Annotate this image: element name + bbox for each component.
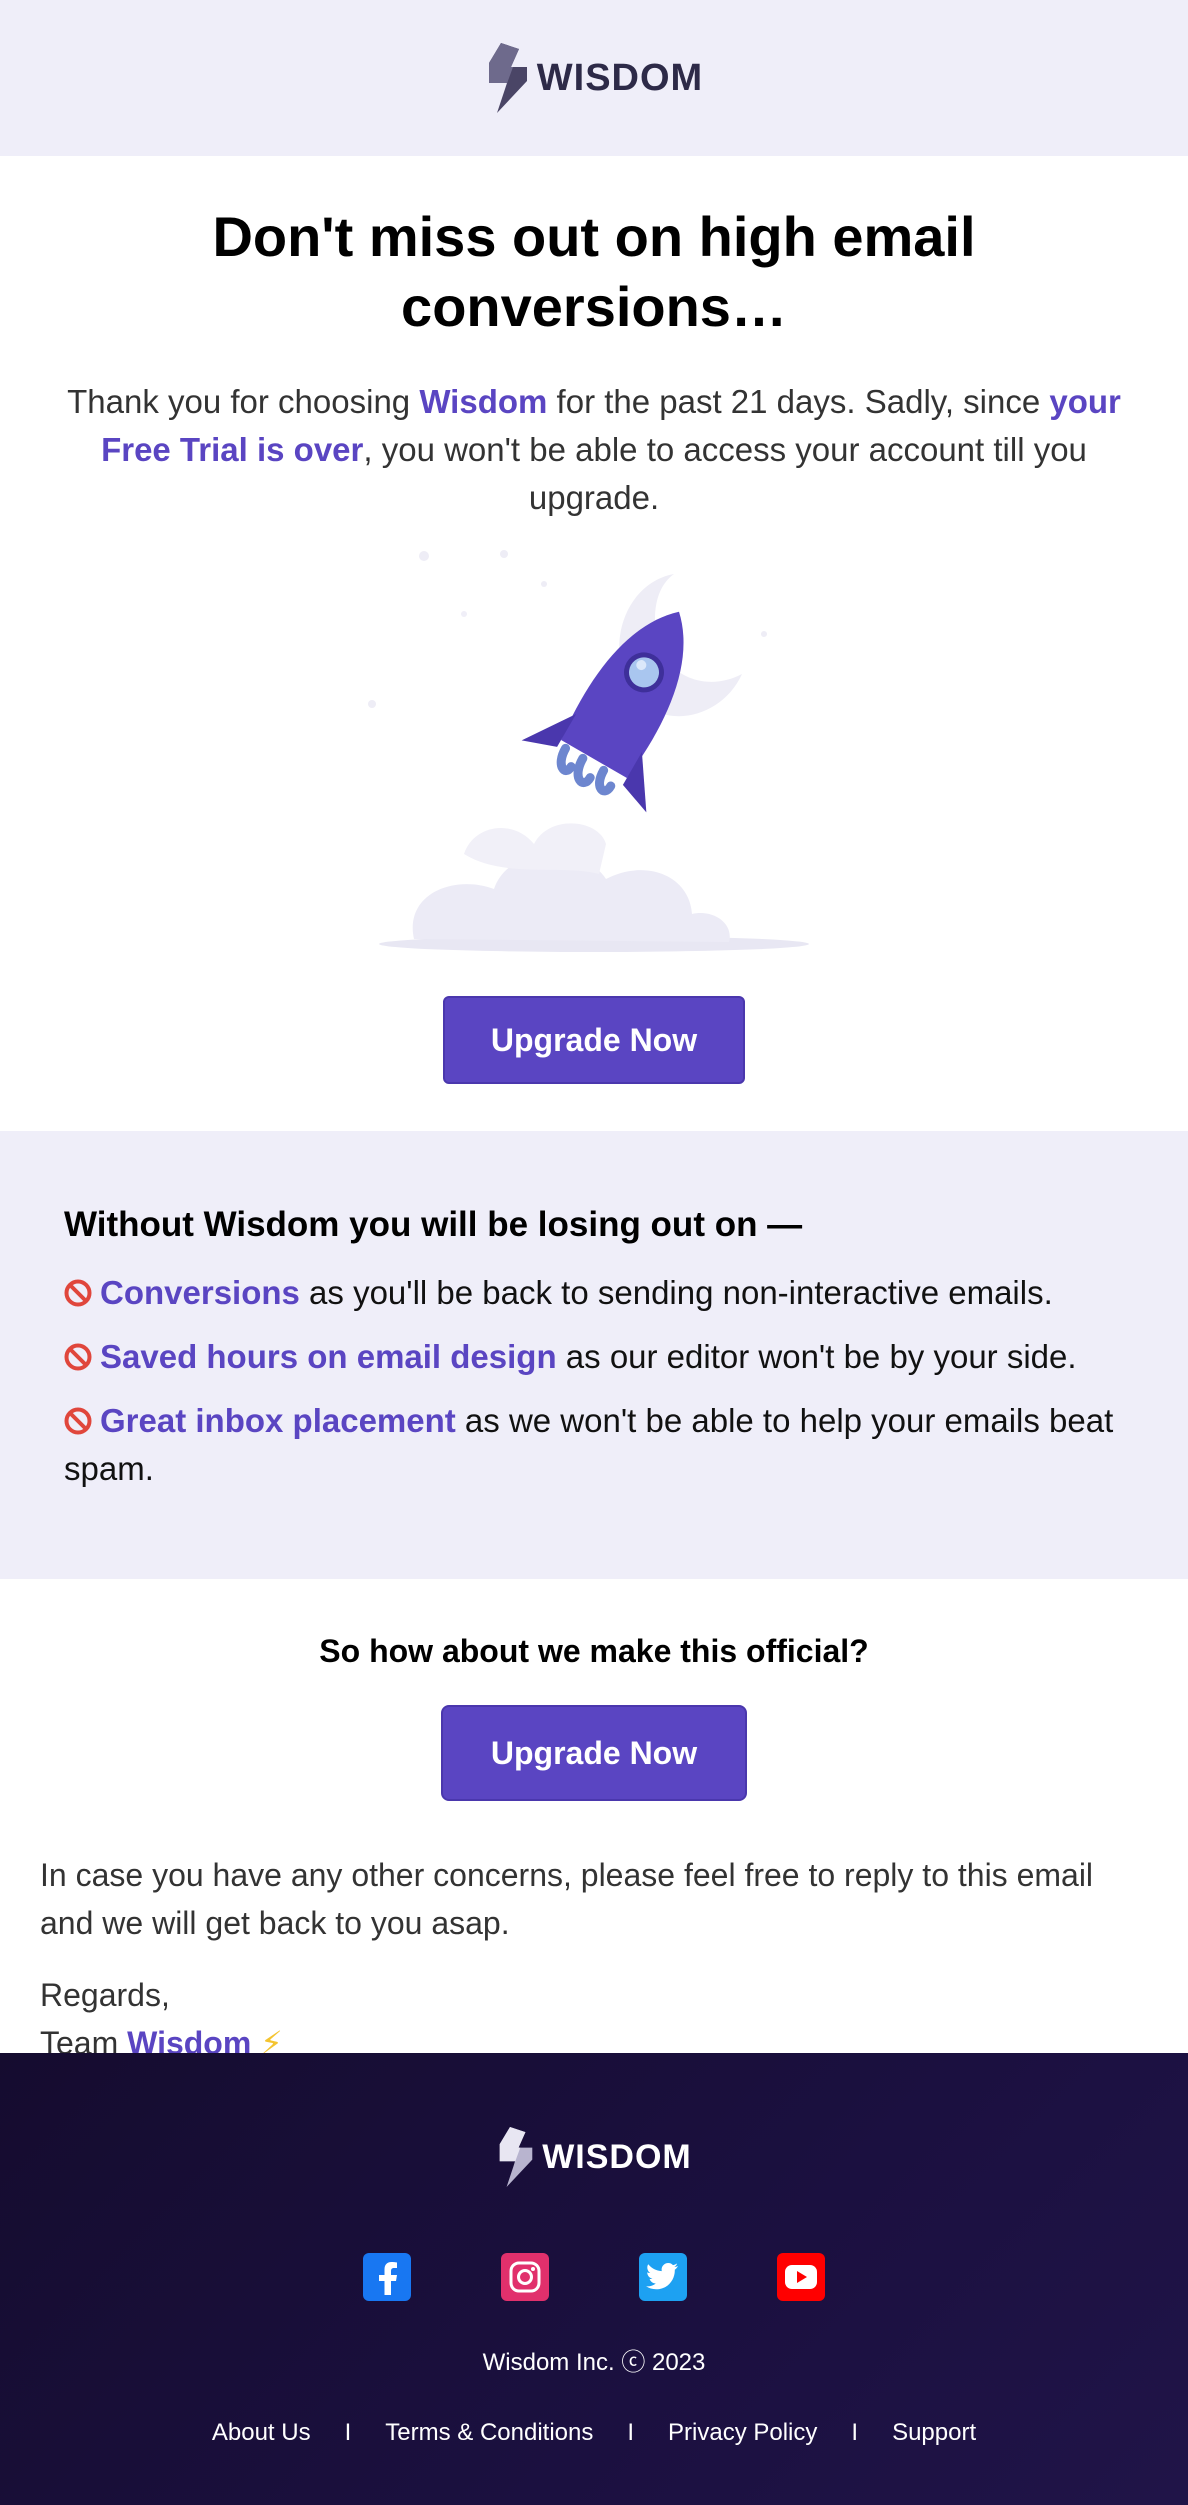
twitter-icon[interactable] (639, 2253, 687, 2301)
privacy-policy-link[interactable]: Privacy Policy (668, 2419, 817, 2447)
logo-wordmark: WISDOM (536, 56, 704, 99)
email-footer: WISDOM Wisdom Inc. ⓒ 2023 About Us I Ter… (0, 2053, 1188, 2505)
intro-part2: for the past 21 days. Sadly, since (547, 383, 1050, 420)
no-entry-icon (64, 1407, 92, 1435)
upgrade-now-button-secondary[interactable]: Upgrade Now (441, 1705, 747, 1801)
losing-item-highlight: Great inbox placement (100, 1402, 456, 1439)
regards-text: Regards, (40, 1977, 170, 2013)
losing-heading: Without Wisdom you will be losing out on… (64, 1205, 803, 1244)
rocket-illustration (344, 544, 844, 974)
losing-item-highlight: Conversions (100, 1274, 300, 1311)
terms-conditions-link[interactable]: Terms & Conditions (385, 2419, 593, 2447)
losing-list: Conversions as you'll be back to sending… (64, 1269, 1124, 1493)
facebook-icon[interactable] (363, 2253, 411, 2301)
rocket-icon (368, 550, 809, 952)
hero-section: Don't miss out on high email conversions… (0, 156, 1188, 1084)
youtube-icon[interactable] (777, 2253, 825, 2301)
footer-links: About Us I Terms & Conditions I Privacy … (0, 2419, 1188, 2447)
intro-part1: Thank you for choosing (67, 383, 420, 420)
instagram-icon[interactable] (501, 2253, 549, 2301)
intro-text: Thank you for choosing Wisdom for the pa… (42, 378, 1146, 522)
bolt-logo-icon (499, 2127, 533, 2187)
concerns-text: In case you have any other concerns, ple… (40, 1857, 1094, 1941)
about-us-link[interactable]: About Us (212, 2419, 311, 2447)
footer-separator: I (851, 2419, 859, 2446)
email-header: WISDOM (0, 0, 1188, 156)
upgrade-now-button[interactable]: Upgrade Now (443, 996, 745, 1084)
no-entry-icon (64, 1343, 92, 1371)
hero-title-line2: conversions… (401, 275, 787, 338)
bolt-logo-icon (488, 43, 527, 113)
losing-out-section: Without Wisdom you will be losing out on… (0, 1131, 1188, 1579)
losing-item-text: as you'll be back to sending non-interac… (299, 1274, 1053, 1311)
losing-item-text: as our editor won't be by your side. (556, 1338, 1077, 1375)
copyright-text: Wisdom Inc. ⓒ 2023 (482, 2349, 706, 2376)
footer-separator: I (627, 2419, 635, 2446)
no-entry-icon (64, 1279, 92, 1307)
footer-logo[interactable]: WISDOM (0, 2053, 1188, 2187)
intro-brand: Wisdom (419, 383, 548, 420)
losing-item-highlight: Saved hours on email design (100, 1338, 557, 1375)
hero-title-line1: Don't miss out on high email (212, 205, 976, 268)
official-heading: So how about we make this official? (319, 1633, 869, 1669)
hero-title: Don't miss out on high email conversions… (0, 156, 1188, 342)
footer-logo-wordmark: WISDOM (542, 2137, 692, 2176)
wisdom-logo[interactable]: WISDOM (485, 43, 703, 113)
footer-separator: I (344, 2419, 352, 2446)
social-links (0, 2253, 1188, 2301)
intro-part3: , you won't be able to access your accou… (363, 431, 1087, 516)
support-link[interactable]: Support (892, 2419, 976, 2447)
list-item: Great inbox placement as we won't be abl… (64, 1397, 1124, 1493)
official-section: So how about we make this official? Upgr… (0, 1579, 1188, 1801)
list-item: Saved hours on email design as our edito… (64, 1333, 1124, 1381)
list-item: Conversions as you'll be back to sending… (64, 1269, 1124, 1317)
